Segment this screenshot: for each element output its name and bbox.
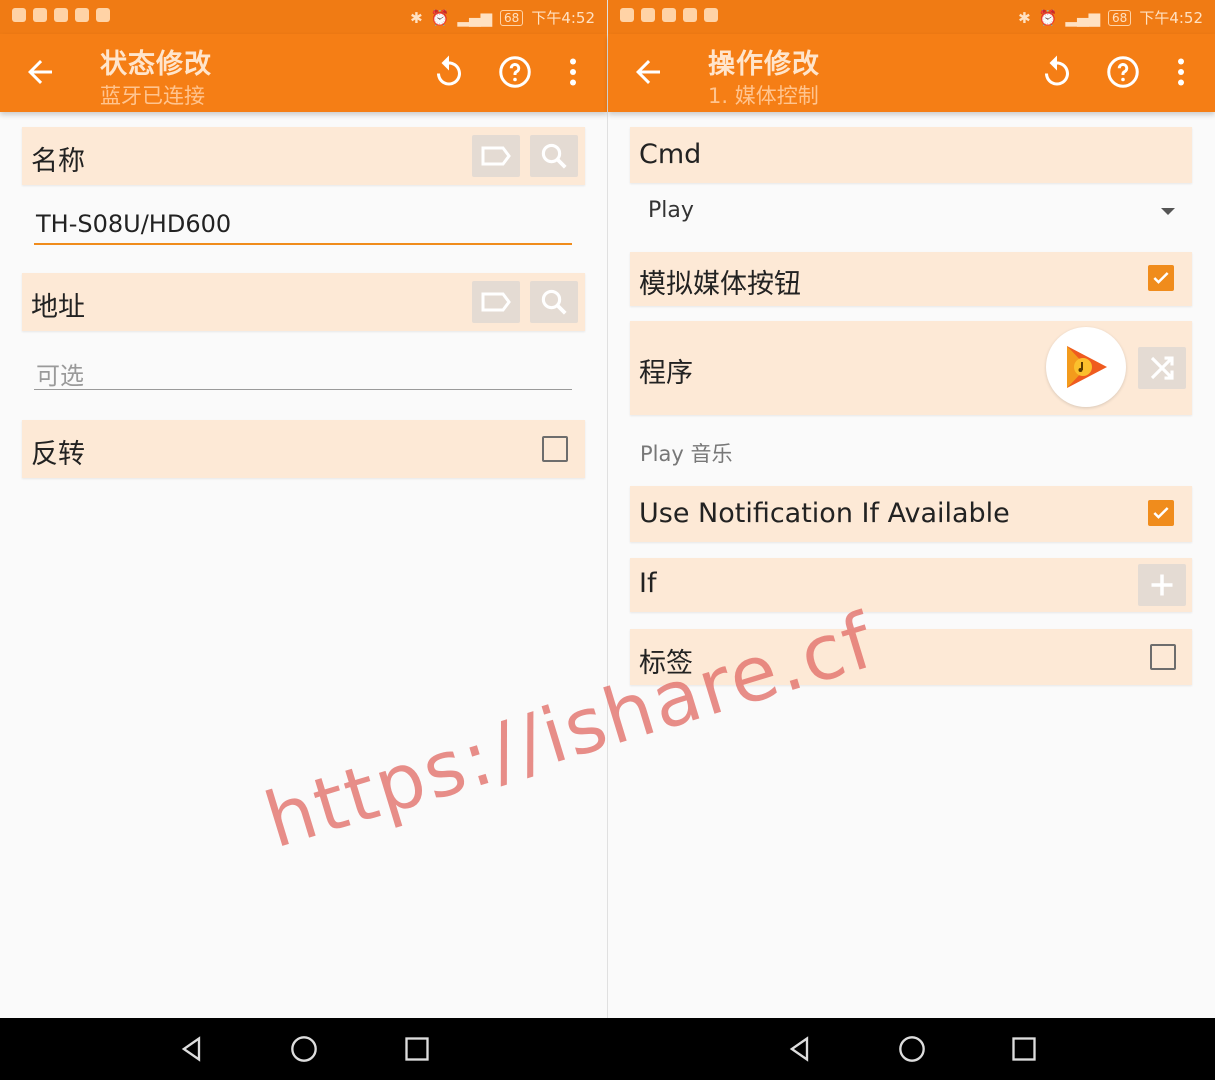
toolbar: 状态修改 蓝牙已连接 [0, 34, 607, 112]
nav-home-icon[interactable] [898, 1035, 926, 1063]
program-label: 程序 [639, 358, 693, 389]
battery-icon: 68 [500, 9, 524, 26]
toolbar: 操作修改 1. 媒体控制 [608, 34, 1215, 112]
arrow-left-icon [636, 60, 660, 84]
nav-back-icon[interactable] [786, 1035, 814, 1063]
address-input-underline [34, 389, 572, 390]
battery-icon: 68 [1108, 9, 1132, 26]
program-value: Play 音乐 [640, 442, 733, 466]
name-label: 名称 [31, 146, 85, 177]
help-icon[interactable] [1105, 54, 1141, 90]
invert-checkbox[interactable] [542, 436, 568, 462]
program-section: 程序 [630, 321, 1192, 415]
cmd-label: Cmd [639, 139, 702, 170]
bluetooth-icon: ✱ [410, 8, 423, 27]
alarm-icon: ⏰ [430, 8, 450, 27]
more-vert-icon[interactable] [1163, 54, 1199, 90]
page-subtitle: 蓝牙已连接 [100, 84, 205, 108]
signal-icon: ▂▄▆ [1065, 8, 1101, 27]
invert-label: 反转 [31, 439, 85, 470]
name-input[interactable]: TH-S08U/HD600 [36, 210, 231, 238]
alarm-icon: ⏰ [1038, 8, 1058, 27]
clock: 下午4:52 [531, 9, 595, 27]
nav-recents-icon[interactable] [1010, 1035, 1038, 1063]
page-subtitle: 1. 媒体控制 [708, 84, 819, 108]
notification-label: Use Notification If Available [639, 498, 1010, 529]
nav-back-icon[interactable] [178, 1035, 206, 1063]
address-section: 地址 [22, 273, 585, 331]
label-icon [481, 292, 511, 312]
name-input-underline [34, 243, 572, 245]
help-icon[interactable] [497, 54, 533, 90]
if-section: If [630, 558, 1192, 612]
notification-checkbox[interactable] [1148, 500, 1174, 526]
search-icon [541, 289, 567, 315]
notification-icons [620, 8, 718, 22]
dropdown-arrow-icon[interactable] [1161, 208, 1175, 215]
search-icon [541, 143, 567, 169]
simulate-media-label: 模拟媒体按钮 [639, 269, 801, 300]
notification-icons [12, 8, 110, 22]
invert-section[interactable]: 反转 [22, 420, 585, 478]
search-button[interactable] [530, 135, 578, 177]
if-label: If [639, 568, 657, 599]
action-edit-screen: ✱ ⏰ ▂▄▆ 68 下午4:52 操作修改 1. 媒体控制 Cmd Play … [608, 0, 1215, 1018]
play-music-icon [1067, 346, 1107, 388]
page-title: 操作修改 [708, 49, 820, 80]
back-button[interactable] [22, 54, 58, 90]
variable-button[interactable] [472, 135, 520, 177]
search-button[interactable] [530, 281, 578, 323]
signal-icon: ▂▄▆ [457, 8, 493, 27]
state-edit-screen: ✱ ⏰ ▂▄▆ 68 下午4:52 状态修改 蓝牙已连接 名称 TH-S08U/… [0, 0, 607, 1018]
nav-recents-icon[interactable] [403, 1035, 431, 1063]
nav-home-icon[interactable] [290, 1035, 318, 1063]
name-section: 名称 [22, 127, 585, 185]
notification-section[interactable]: Use Notification If Available [630, 486, 1192, 542]
checkmark-icon [1153, 507, 1169, 519]
bluetooth-icon: ✱ [1018, 8, 1031, 27]
label-icon [481, 146, 511, 166]
add-condition-button[interactable] [1138, 564, 1186, 606]
shuffle-button[interactable] [1138, 347, 1186, 389]
simulate-media-section[interactable]: 模拟媒体按钮 [630, 252, 1192, 306]
status-bar: ✱ ⏰ ▂▄▆ 68 下午4:52 [608, 0, 1215, 34]
shuffle-icon [1150, 356, 1174, 380]
checkmark-icon [1153, 272, 1169, 284]
address-label: 地址 [31, 292, 85, 323]
undo-icon[interactable] [1039, 54, 1075, 90]
system-nav-bar [0, 1018, 1215, 1080]
page-title: 状态修改 [100, 49, 212, 80]
back-button[interactable] [630, 54, 666, 90]
status-indicators: ✱ ⏰ ▂▄▆ 68 下午4:52 [1018, 7, 1203, 28]
tag-checkbox[interactable] [1150, 644, 1176, 670]
plus-icon [1151, 574, 1173, 596]
arrow-left-icon [28, 60, 52, 84]
more-vert-icon[interactable] [555, 54, 591, 90]
cmd-section: Cmd [630, 127, 1192, 183]
status-indicators: ✱ ⏰ ▂▄▆ 68 下午4:52 [410, 7, 595, 28]
simulate-media-checkbox[interactable] [1148, 265, 1174, 291]
variable-button[interactable] [472, 281, 520, 323]
clock: 下午4:52 [1139, 9, 1203, 27]
cmd-select[interactable]: Play [648, 198, 694, 223]
address-input[interactable]: 可选 [36, 356, 84, 391]
app-icon-button[interactable] [1046, 327, 1126, 407]
status-bar: ✱ ⏰ ▂▄▆ 68 下午4:52 [0, 0, 607, 34]
undo-icon[interactable] [431, 54, 467, 90]
